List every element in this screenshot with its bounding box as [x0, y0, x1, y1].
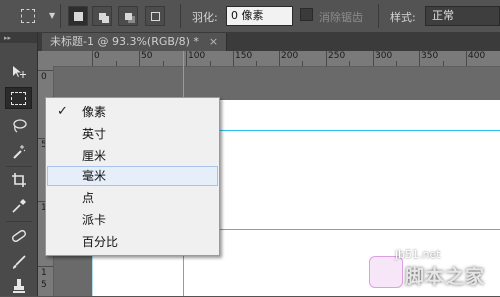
style-select[interactable]: 正常: [425, 6, 500, 26]
antialias-label: 消除锯齿: [319, 11, 363, 24]
ruler-tick: [233, 51, 234, 66]
rect-marquee-preset-icon[interactable]: [21, 9, 35, 23]
ruler-label: 400: [468, 51, 486, 61]
close-icon[interactable]: ×: [209, 35, 218, 48]
ruler-tick: [349, 61, 350, 66]
ruler-label: 0: [41, 72, 47, 82]
separator: [6, 166, 32, 167]
ruler-tick: [326, 51, 327, 66]
menu-item-picas[interactable]: 派卡: [47, 210, 218, 230]
new-selection-icon: [73, 11, 83, 21]
add-selection-button[interactable]: [92, 6, 112, 26]
ruler-label: 200: [281, 51, 299, 61]
ruler-tick: [92, 51, 93, 66]
ruler-tick: [279, 51, 280, 66]
separator: [60, 4, 61, 28]
guide-line-horizontal[interactable]: [220, 229, 500, 230]
ruler-label: 300: [375, 51, 393, 61]
menu-item-label: 点: [82, 191, 95, 205]
menu-item-label: 毫米: [82, 169, 107, 183]
feather-label: 羽化:: [192, 11, 218, 24]
add-selection-icon: [98, 12, 106, 20]
ruler-label: 150: [235, 51, 253, 61]
menu-item-points[interactable]: 点: [47, 188, 218, 208]
lasso-tool-icon[interactable]: [5, 115, 32, 137]
menu-item-millimeters[interactable]: 毫米: [47, 166, 218, 186]
crop-tool-icon[interactable]: [5, 169, 32, 191]
subtract-selection-button[interactable]: [118, 6, 138, 26]
ruler-label: 350: [421, 51, 439, 61]
ruler-label: 250: [328, 51, 346, 61]
ruler-tick: [38, 70, 53, 71]
antialias-checkbox[interactable]: [300, 8, 313, 21]
ruler-tick: [302, 61, 303, 66]
document-tab-bar: 未标题-1 @ 93.3%(RGB/8) * ×: [38, 33, 500, 51]
chevron-down-icon[interactable]: ▼: [49, 11, 55, 20]
ruler-tick: [186, 51, 187, 66]
menu-item-label: 像素: [82, 105, 107, 119]
ruler-label: 0: [94, 51, 100, 61]
clone-stamp-tool-icon[interactable]: [5, 275, 32, 297]
ruler-tick: [163, 61, 164, 66]
ruler-tick: [256, 61, 257, 66]
menu-item-label: 百分比: [82, 235, 119, 249]
toolbox-collapse-icon[interactable]: ▸▸: [0, 33, 37, 43]
ruler-corner[interactable]: [38, 51, 54, 67]
ruler-tick: [419, 51, 420, 66]
separator: [180, 4, 181, 28]
intersect-selection-button[interactable]: [145, 6, 165, 26]
rect-marquee-tool-icon[interactable]: [5, 87, 32, 109]
ruler-tick: [38, 266, 53, 267]
ruler-tick: [396, 61, 397, 66]
separator: [378, 4, 379, 28]
toolbox: ▸▸: [0, 33, 38, 296]
intersect-selection-icon: [150, 11, 160, 21]
ruler-tick: [116, 61, 117, 66]
options-bar: ▼ 羽化: 0 像素 消除锯齿 样式: 正常: [0, 0, 500, 33]
menu-item-label: 厘米: [82, 149, 107, 163]
menu-item-label: 派卡: [82, 213, 107, 227]
ruler-tick: [139, 51, 140, 66]
subtract-selection-icon: [124, 12, 132, 20]
marquee-glyph: [11, 91, 26, 105]
document-tab-title: 未标题-1 @ 93.3%(RGB/8) *: [50, 35, 199, 48]
healing-brush-tool-icon[interactable]: [5, 225, 32, 247]
style-label: 样式:: [390, 11, 416, 24]
separator: [6, 221, 32, 222]
brush-tool-icon[interactable]: [5, 251, 32, 273]
ruler-tick: [210, 61, 211, 66]
new-selection-button[interactable]: [68, 6, 88, 26]
menu-item-centimeters[interactable]: 厘米: [47, 146, 218, 166]
ruler-units-menu: ✓ 像素 英寸 厘米 毫米 点 派卡 百分比: [45, 97, 220, 256]
ruler-tick: [443, 61, 444, 66]
ruler-label: 5: [41, 280, 47, 290]
watermark-site: jb51.net: [395, 248, 441, 261]
eyedropper-tool-icon[interactable]: [5, 195, 32, 217]
menu-item-pixels[interactable]: ✓ 像素: [47, 102, 218, 122]
ruler-label: 100: [188, 51, 206, 61]
watermark-name: 脚本之家: [405, 266, 486, 288]
feather-input[interactable]: 0 像素: [226, 6, 293, 26]
menu-item-inches[interactable]: 英寸: [47, 124, 218, 144]
guide-line-horizontal[interactable]: [220, 130, 500, 131]
move-tool-icon[interactable]: [5, 61, 32, 83]
document-tab[interactable]: 未标题-1 @ 93.3%(RGB/8) * ×: [42, 33, 228, 51]
ruler-label: 1: [41, 268, 47, 278]
ruler-label: 50: [141, 51, 153, 61]
checkmark-icon: ✓: [57, 104, 68, 119]
ruler-tick: [373, 51, 374, 66]
horizontal-ruler[interactable]: 0 50 100 150 200 250 300 350 400: [53, 51, 500, 67]
ruler-tick: [466, 51, 467, 66]
magic-wand-tool-icon[interactable]: [5, 141, 32, 163]
menu-item-percent[interactable]: 百分比: [47, 232, 218, 252]
menu-item-label: 英寸: [82, 127, 107, 141]
